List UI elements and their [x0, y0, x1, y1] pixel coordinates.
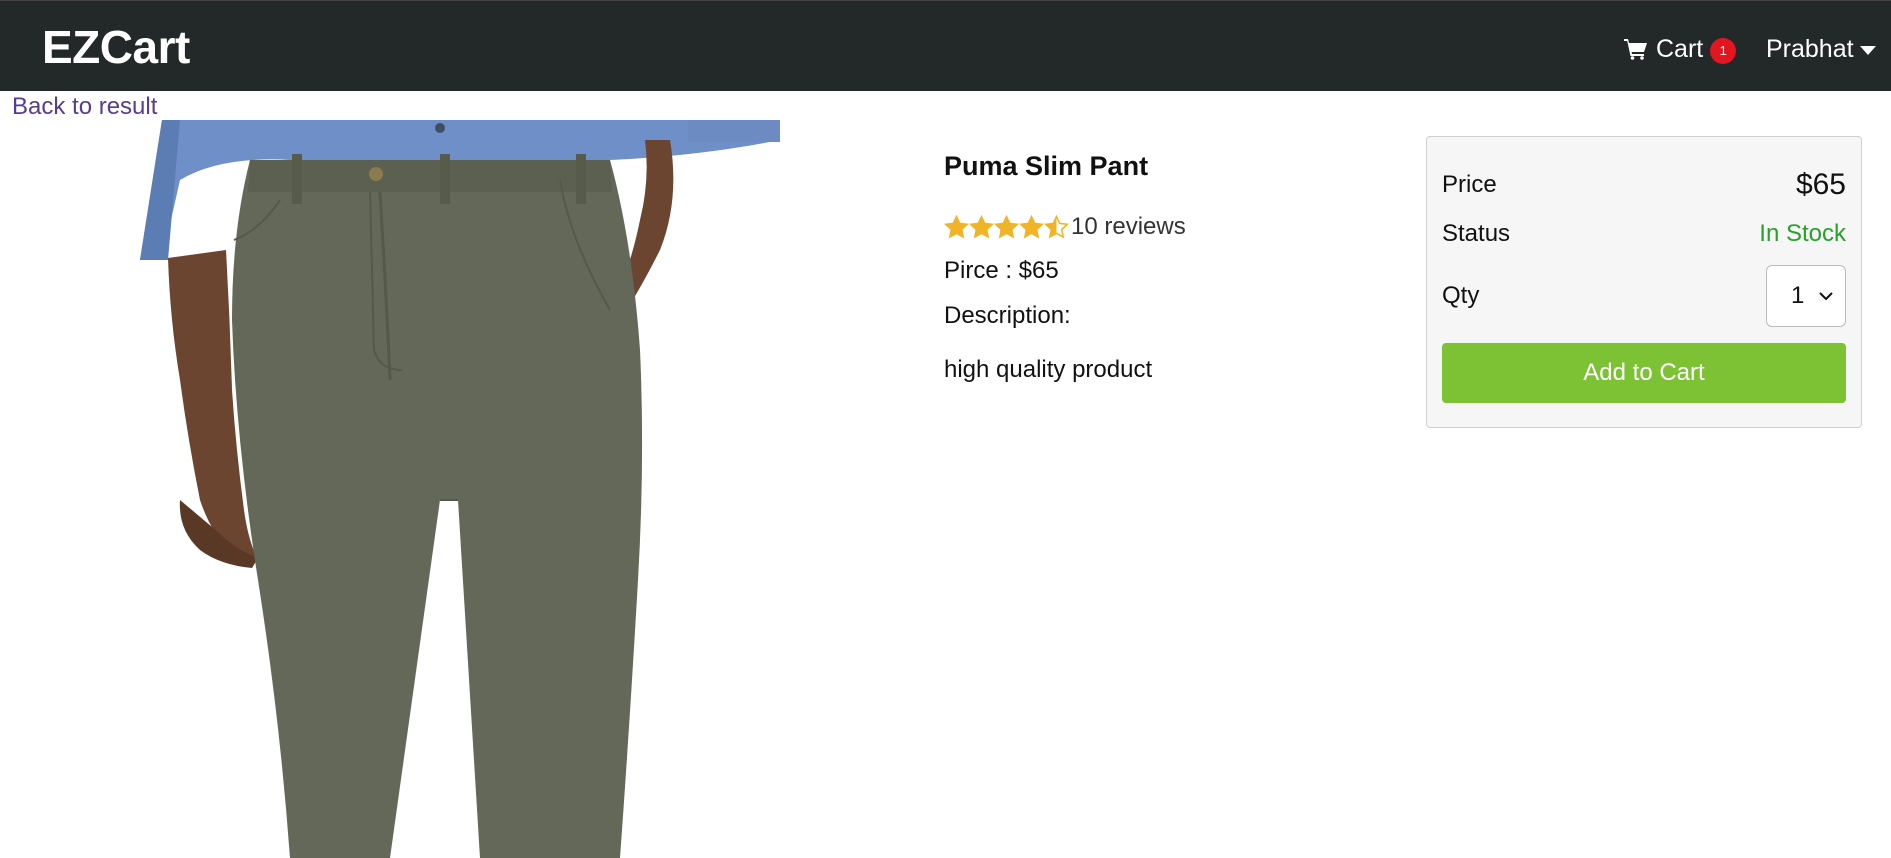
qty-select[interactable]: 1 [1766, 265, 1846, 327]
product-title: Puma Slim Pant [944, 151, 1149, 181]
caret-down-icon [1859, 45, 1876, 55]
status-row: Status In Stock [1442, 217, 1846, 251]
user-menu-dropdown[interactable]: Prabhat [1766, 31, 1876, 67]
star-icon [994, 214, 1019, 238]
top-navbar: EZCart Cart 1 Prabhat [0, 0, 1891, 91]
qty-label: Qty [1442, 282, 1480, 309]
cart-count-badge: 1 [1710, 38, 1737, 64]
star-icon [969, 214, 994, 238]
description-label: Description: [944, 302, 1071, 329]
price-row: Price $65 [1442, 167, 1846, 203]
user-name: Prabhat [1766, 34, 1854, 63]
cart-icon [1624, 39, 1647, 60]
rating-stars [944, 214, 1069, 240]
purchase-card: Price $65 Status In Stock Qty 1 Add to C… [1426, 136, 1862, 428]
add-to-cart-button[interactable]: Add to Cart [1442, 343, 1846, 403]
description-text: high quality product [944, 356, 1153, 383]
review-count[interactable]: 10 reviews [1071, 213, 1186, 241]
star-icon [944, 214, 969, 238]
cart-link[interactable]: Cart 1 [1624, 31, 1737, 67]
qty-row: Qty 1 [1442, 265, 1846, 327]
status-label: Status [1442, 220, 1511, 247]
price-label: Price [1442, 171, 1497, 198]
pants-illustration [140, 120, 780, 858]
price-value: $65 [1795, 168, 1846, 201]
star-icon [1019, 214, 1044, 238]
star-icon [1044, 214, 1069, 238]
product-details: Puma Slim Pant 10 reviews Pirce : $65 De… [944, 150, 1344, 385]
back-to-result-link[interactable]: Back to result [12, 92, 157, 122]
stock-status: In Stock [1759, 220, 1846, 247]
cart-label: Cart [1656, 34, 1704, 63]
brand-logo[interactable]: EZCart [42, 21, 190, 73]
product-price: Pirce : $65 [944, 257, 1059, 284]
product-image [140, 120, 800, 858]
product-rating: 10 reviews [944, 212, 1344, 242]
qty-value: 1 [1791, 282, 1805, 309]
chevron-down-icon [1819, 292, 1833, 301]
